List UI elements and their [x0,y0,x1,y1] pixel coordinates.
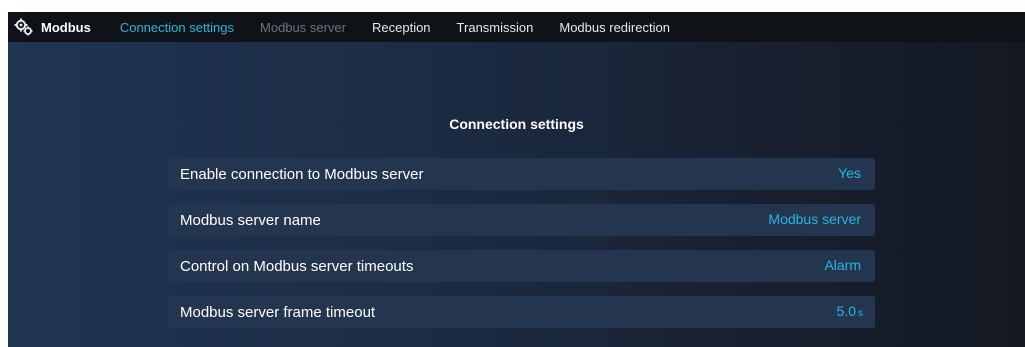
setting-row-frame-timeout[interactable]: Modbus server frame timeout 5.0 s [168,296,875,328]
setting-row-server-name[interactable]: Modbus server name Modbus server [168,204,875,236]
setting-value: Modbus server [768,211,861,227]
app-title: Modbus [41,19,91,35]
tab-modbus-server[interactable]: Modbus server [247,12,359,42]
tab-transmission[interactable]: Transmission [444,12,547,42]
setting-unit: s [858,308,863,319]
setting-label: Modbus server name [180,211,321,229]
setting-value-group: 5.0 s [837,303,863,321]
setting-label: Control on Modbus server timeouts [180,257,414,275]
tab-modbus-redirection[interactable]: Modbus redirection [546,12,683,42]
setting-value-group: Modbus server [768,211,863,229]
top-navigation-bar: Modbus Connection settings Modbus server… [8,12,1025,42]
setting-value: Alarm [824,257,861,273]
setting-value-group: Yes [838,165,863,183]
setting-value-group: Alarm [824,257,863,275]
setting-label: Modbus server frame timeout [180,303,376,321]
setting-value: 5.0 [836,303,856,319]
setting-value: Yes [838,165,861,181]
gear-network-icon [14,17,34,37]
setting-row-timeout-control[interactable]: Control on Modbus server timeouts Alarm [168,250,875,282]
setting-row-enable-connection[interactable]: Enable connection to Modbus server Yes [168,158,875,190]
tab-reception[interactable]: Reception [359,12,444,42]
app-window: Modbus Connection settings Modbus server… [8,12,1025,347]
tab-connection-settings[interactable]: Connection settings [107,12,247,42]
section-title: Connection settings [449,116,584,132]
settings-list: Enable connection to Modbus server Yes M… [168,158,875,342]
setting-label: Enable connection to Modbus server [180,165,424,183]
app-brand[interactable]: Modbus [8,12,107,42]
